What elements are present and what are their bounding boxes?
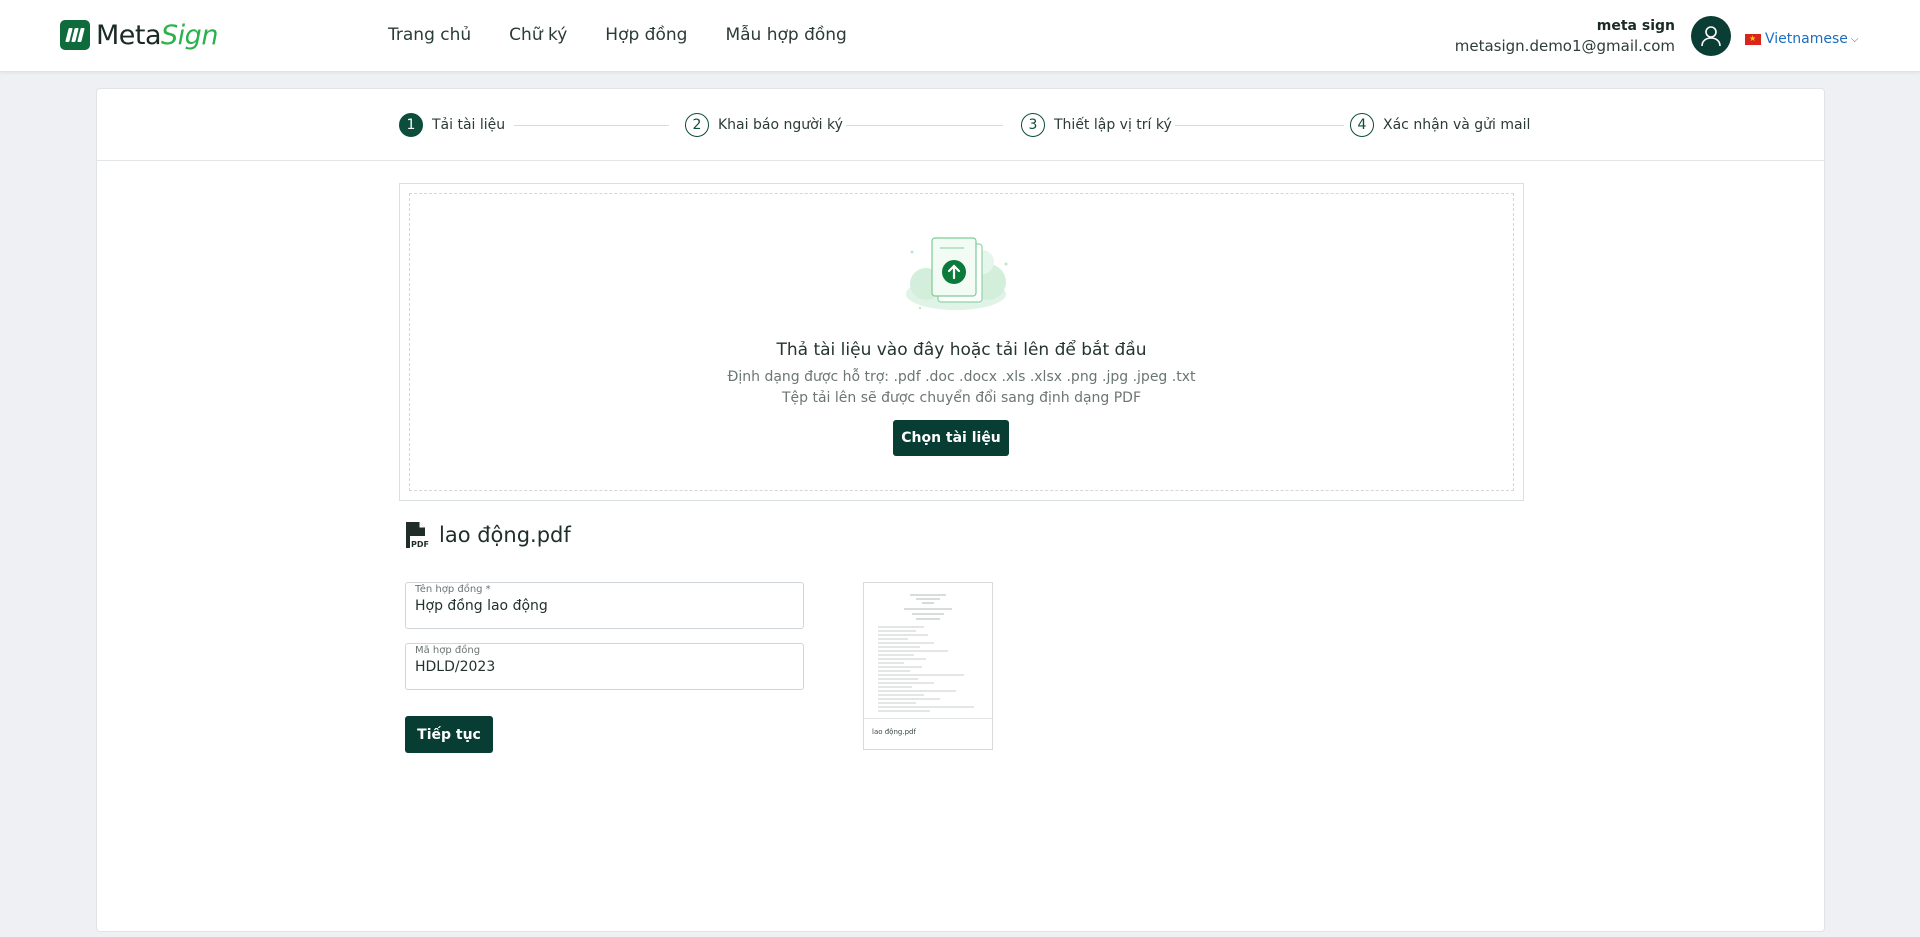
user-info: meta sign metasign.demo1@gmail.com [1455, 16, 1675, 56]
step-connector [514, 125, 669, 126]
step-connector [1175, 125, 1344, 126]
pdf-conversion-note: Tệp tải lên sẽ được chuyển đổi sang định… [781, 390, 1142, 406]
file-dropzone[interactable]: Thả tài liệu vào đây hoặc tải lên để bắt… [399, 183, 1524, 501]
step-connector [846, 125, 1003, 126]
nav-contracts[interactable]: Hợp đồng [605, 25, 687, 45]
contract-name-field[interactable]: Tên hợp đồng * [405, 582, 804, 629]
file-name: lao động.pdf [439, 523, 571, 547]
nav-signature[interactable]: Chữ ký [509, 25, 567, 45]
continue-button[interactable]: Tiếp tục [405, 716, 493, 753]
dropzone-title: Thả tài liệu vào đây hoặc tải lên để bắt… [776, 340, 1147, 360]
step-signers: 2 Khai báo người ký [685, 113, 843, 137]
language-label: Vietnamese [1765, 31, 1848, 47]
uploaded-file-heading: PDF lao động.pdf [404, 521, 571, 549]
upload-document-icon [906, 237, 1008, 310]
pdf-badge-text: PDF [411, 540, 429, 549]
main-nav: Trang chủ Chữ ký Hợp đồng Mẫu hợp đồng [388, 25, 885, 45]
contract-code-input[interactable] [415, 659, 785, 675]
user-email: metasign.demo1@gmail.com [1454, 37, 1675, 55]
contract-code-label: Mã hợp đồng [415, 645, 481, 656]
logo-mark-icon [60, 20, 90, 50]
user-name: meta sign [1596, 18, 1675, 34]
document-text-preview-icon [878, 594, 974, 712]
step-label: Thiết lập vị trí ký [1054, 117, 1172, 133]
step-sign-position: 3 Thiết lập vị trí ký [1021, 113, 1172, 137]
stepper: 1 Tải tài liệu 2 Khai báo người ký 3 Thi… [97, 89, 1824, 161]
step-confirm-send: 4 Xác nhận và gửi mail [1350, 113, 1530, 137]
step-number: 2 [685, 113, 709, 137]
supported-formats-text: Định dạng được hỗ trợ: .pdf .doc .docx .… [727, 369, 1196, 385]
user-icon [1701, 26, 1721, 47]
step-number: 3 [1021, 113, 1045, 137]
step-label: Tải tài liệu [432, 117, 506, 133]
nav-home[interactable]: Trang chủ [388, 25, 471, 45]
chevron-down-icon: ⌵ [1850, 33, 1859, 45]
language-selector[interactable]: Vietnamese ⌵ [1745, 31, 1858, 47]
choose-document-button[interactable]: Chọn tài liệu [893, 420, 1009, 456]
metasign-logo[interactable]: MetaSign [60, 19, 218, 51]
step-upload: 1 Tải tài liệu [399, 113, 505, 137]
thumbnail-caption: lao động.pdf [872, 728, 916, 736]
logo-text: MetaSign [96, 19, 218, 51]
upload-card: 1 Tải tài liệu 2 Khai báo người ký 3 Thi… [96, 88, 1825, 932]
avatar[interactable] [1691, 16, 1731, 56]
document-page-preview [864, 583, 992, 719]
vietnam-flag-icon [1745, 33, 1761, 45]
pdf-file-icon: PDF [406, 522, 429, 549]
contract-name-input[interactable] [415, 598, 785, 614]
step-number: 1 [399, 113, 423, 137]
contract-code-field[interactable]: Mã hợp đồng [405, 643, 804, 690]
step-number: 4 [1350, 113, 1374, 137]
top-header: MetaSign Trang chủ Chữ ký Hợp đồng Mẫu h… [0, 0, 1920, 72]
contract-name-label: Tên hợp đồng * [415, 584, 491, 595]
nav-contract-templates[interactable]: Mẫu hợp đồng [725, 25, 846, 45]
step-label: Khai báo người ký [718, 117, 843, 133]
document-thumbnail[interactable]: lao động.pdf [863, 582, 993, 750]
step-label: Xác nhận và gửi mail [1383, 117, 1531, 133]
